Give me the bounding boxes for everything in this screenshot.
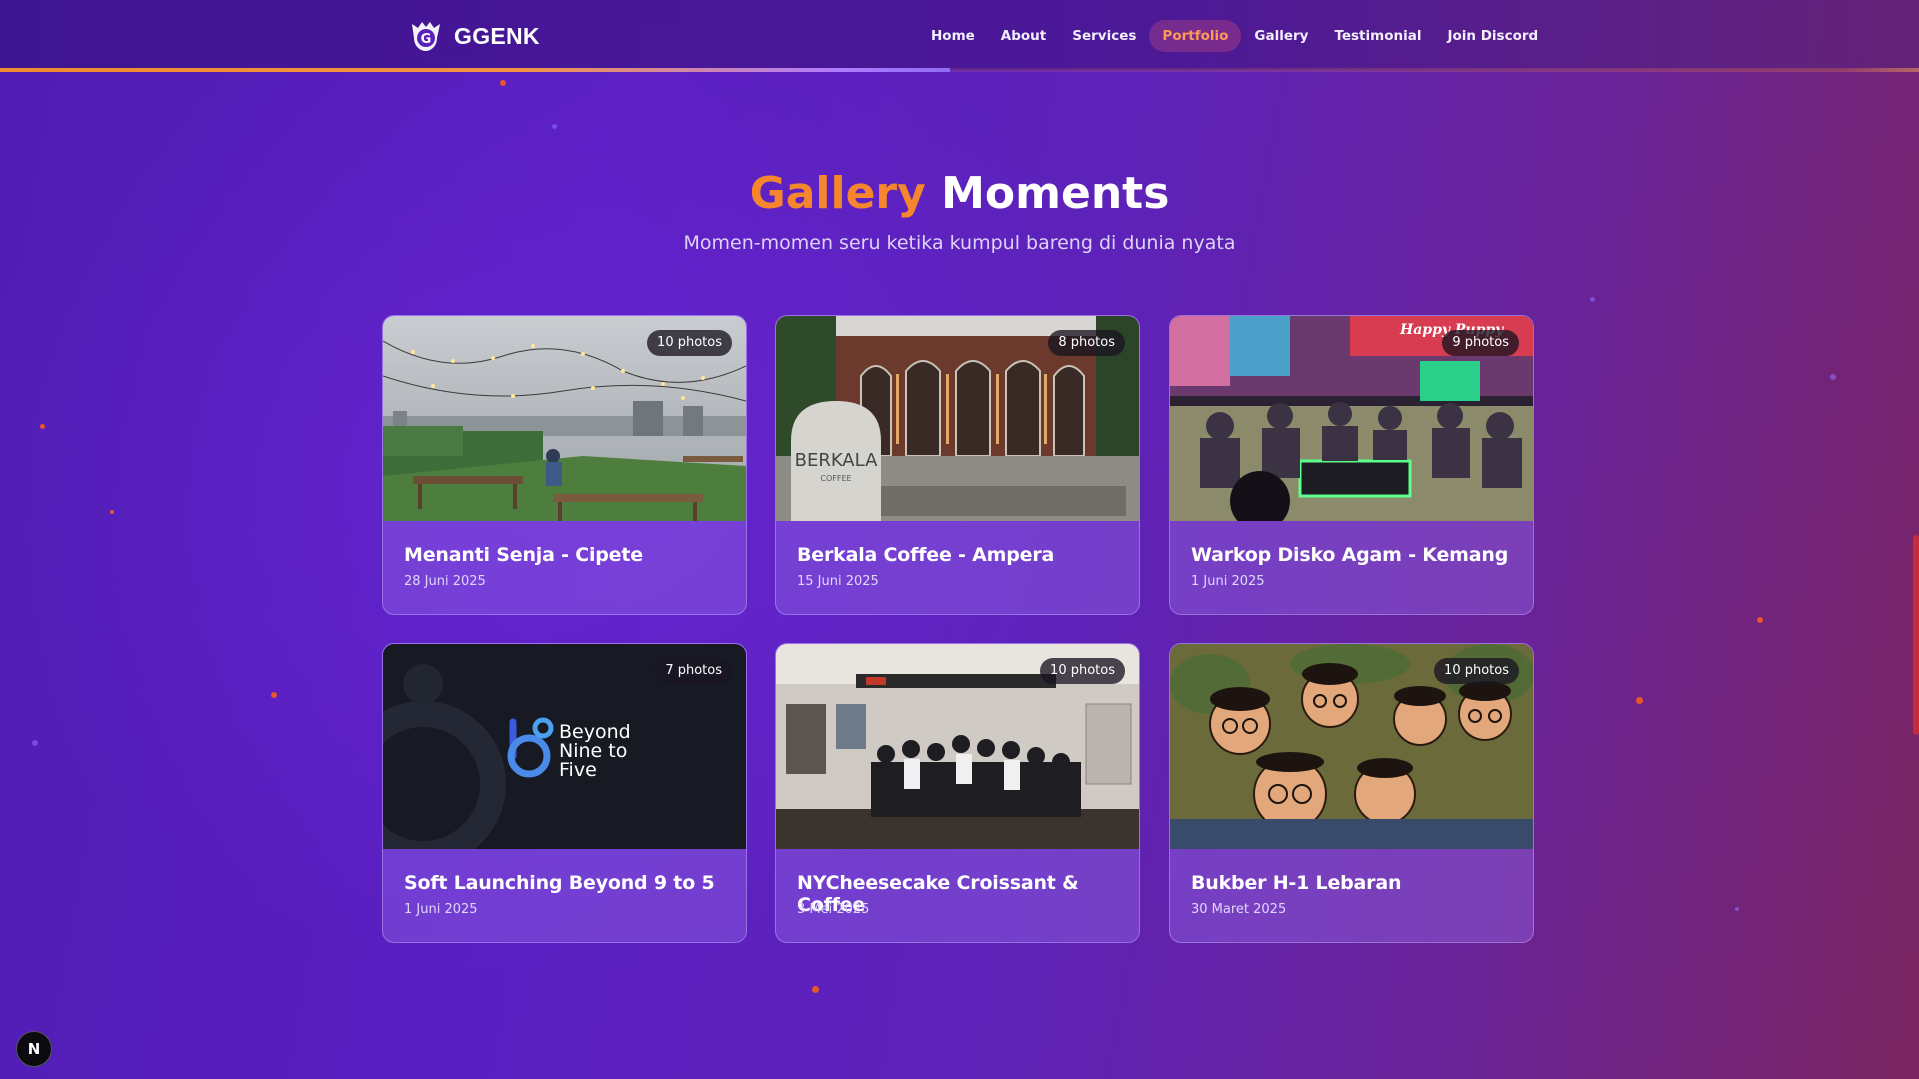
gallery-card[interactable]: 10 photos NYCheesecake Croissant & Coffe… <box>775 643 1140 943</box>
gallery-card[interactable]: 10 photos Bukber H-1 Lebaran 30 Maret 20… <box>1169 643 1534 943</box>
section-title-accent: Gallery <box>749 168 926 219</box>
gallery-card-image: 10 photos <box>1170 644 1533 849</box>
section-title: Gallery Moments <box>0 168 1919 219</box>
brand-name: GGENK <box>454 22 540 49</box>
ambient-dot <box>271 692 277 698</box>
ambient-dot <box>1757 617 1763 623</box>
ambient-dot <box>812 986 819 993</box>
gallery-card-date: 30 Maret 2025 <box>1191 902 1287 917</box>
gallery-card[interactable]: 10 photos Menanti Senja - Cipete 28 Juni… <box>382 315 747 615</box>
gallery-card-date: 3 Mei 2025 <box>797 902 870 917</box>
nav-link-join-discord[interactable]: Join Discord <box>1434 20 1551 52</box>
gallery-card-date: 1 Juni 2025 <box>404 902 478 917</box>
gallery-card[interactable]: Happy Puppy 9 photos Warkop Disko Agam -… <box>1169 315 1534 615</box>
nav-link-home[interactable]: Home <box>918 20 988 52</box>
ambient-dot <box>32 740 38 746</box>
berkala-sign-text: BERKALA <box>795 450 878 471</box>
scroll-progress-bar <box>0 68 950 72</box>
ambient-dot <box>1735 907 1739 911</box>
gallery-card-date: 15 Juni 2025 <box>797 574 879 589</box>
nav-link-testimonial[interactable]: Testimonial <box>1321 20 1434 52</box>
ambient-dot <box>110 510 114 514</box>
ambient-dot <box>40 424 45 429</box>
photo-count-badge: 10 photos <box>1434 658 1519 684</box>
photo-count-badge: 8 photos <box>1048 330 1125 356</box>
svg-text:G: G <box>421 32 432 47</box>
ambient-dot <box>1830 374 1836 380</box>
ambient-dot <box>1636 697 1643 704</box>
navbar: G GGENK Home About Services Portfolio Ga… <box>0 0 1919 72</box>
nextjs-dev-badge[interactable]: N <box>16 1031 52 1067</box>
photo-count-badge: 7 photos <box>655 658 732 684</box>
gallery-card-date: 28 Juni 2025 <box>404 574 486 589</box>
nav-link-portfolio[interactable]: Portfolio <box>1149 20 1242 52</box>
scroll-progress-track <box>0 68 1919 72</box>
gallery-card[interactable]: BERKALA COFFEE 8 photos Berkala Coffee -… <box>775 315 1140 615</box>
gallery-card-image: BERKALA COFFEE 8 photos <box>776 316 1139 521</box>
berkala-sign-subtext: COFFEE <box>820 474 851 483</box>
scrollbar-thumb[interactable] <box>1913 535 1919 735</box>
nav-link-services[interactable]: Services <box>1059 20 1149 52</box>
gallery-card-image: 10 photos <box>776 644 1139 849</box>
nav-link-about[interactable]: About <box>988 20 1059 52</box>
gallery-card-image: Beyond Nine to Five 7 photos <box>383 644 746 849</box>
section-subtitle: Momen-momen seru ketika kumpul bareng di… <box>683 232 1236 254</box>
gallery-card-title: Berkala Coffee - Ampera <box>797 544 1055 566</box>
beyond-text-line3: Five <box>559 759 597 781</box>
ggenk-logo-icon: G <box>412 22 440 51</box>
gallery-card[interactable]: Beyond Nine to Five 7 photos Soft Launch… <box>382 643 747 943</box>
photo-count-badge: 9 photos <box>1442 330 1519 356</box>
gallery-card-image: Happy Puppy 9 photos <box>1170 316 1533 521</box>
gallery-card-title: Menanti Senja - Cipete <box>404 544 643 566</box>
gallery-card-title: Soft Launching Beyond 9 to 5 <box>404 872 715 894</box>
ambient-dot <box>552 124 557 129</box>
brand[interactable]: G GGENK <box>408 17 540 55</box>
ambient-dot <box>1590 297 1595 302</box>
gallery-card-title: Bukber H-1 Lebaran <box>1191 872 1402 894</box>
nav-link-gallery[interactable]: Gallery <box>1241 20 1321 52</box>
ambient-dot <box>500 80 506 86</box>
photo-count-badge: 10 photos <box>1040 658 1125 684</box>
gallery-card-date: 1 Juni 2025 <box>1191 574 1265 589</box>
gallery-card-title: Warkop Disko Agam - Kemang <box>1191 544 1509 566</box>
section-title-rest: Moments <box>941 168 1170 219</box>
nav-links: Home About Services Portfolio Gallery Te… <box>918 20 1551 52</box>
gallery-card-image: 10 photos <box>383 316 746 521</box>
photo-count-badge: 10 photos <box>647 330 732 356</box>
